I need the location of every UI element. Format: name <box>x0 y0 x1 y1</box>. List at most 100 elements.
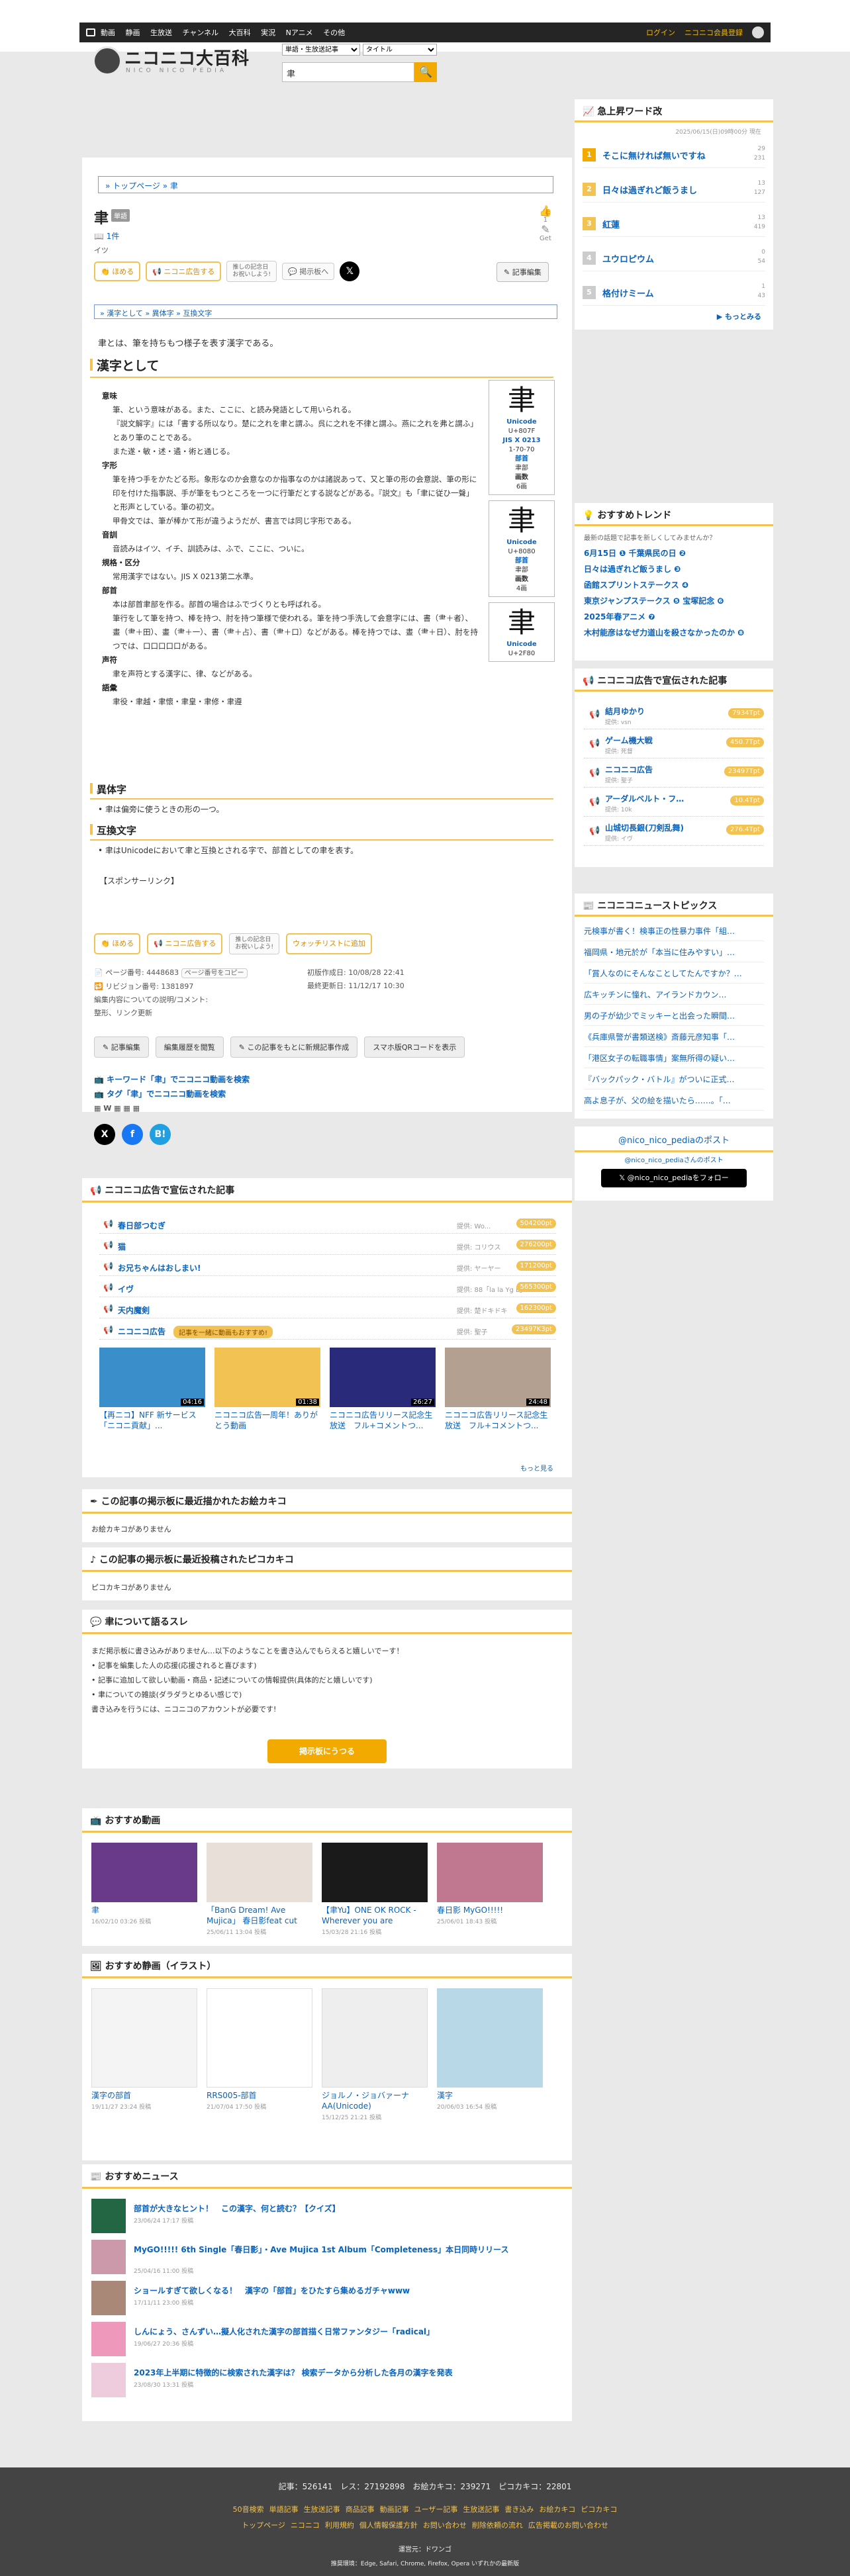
footer-link[interactable]: 単語記事 <box>269 2505 299 2514</box>
search-scope-select[interactable]: 単語・生放送記事 <box>282 44 360 56</box>
edit-article-button[interactable]: ✎ 記事編集 <box>496 262 549 282</box>
table-of-contents[interactable]: » 漢字として » 異体字 » 互換文字 <box>94 304 557 319</box>
new-article-button[interactable]: ✎ この記事をもとに新規記事作成 <box>230 1036 358 1058</box>
seiga-thumb[interactable]: RRS005-部首 21/07/04 17:50 投稿 <box>207 1988 312 2121</box>
side-nicoad-row[interactable]: 📢 アーダルベルト・フ… 提供: 10k 10.4Tpt <box>584 792 764 817</box>
news-item[interactable]: ショールすぎて欲しくなる！ 漢字の「部首」をひたすら集めるガチャwww 17/11… <box>91 2281 563 2322</box>
search-button[interactable]: 🔍 <box>414 62 437 82</box>
nav-nanime[interactable]: Nアニメ <box>286 28 313 37</box>
nicoad-row[interactable]: 📢 猫提供: コリウス 276200pt <box>99 1238 556 1255</box>
nico-news-item[interactable]: 「賞人なのにそんなことしてたんですか？… <box>584 964 764 984</box>
homeru-button-bottom[interactable]: 👏 ほめる <box>94 933 141 954</box>
footer-link[interactable]: お問い合わせ <box>423 2521 467 2530</box>
nico-news-item[interactable]: 高よ息子が、父の絵を描いたら……。「… <box>584 1091 764 1111</box>
nicoad-row[interactable]: 📢 お兄ちゃんはおしまい! 提供: ヤーヤー 171200pt <box>99 1259 556 1276</box>
nico-news-item[interactable]: 元検事が書く！検事正の性暴力事件「組… <box>584 921 764 941</box>
video-thumb[interactable]: 聿 16/02/10 03:26 投稿 <box>91 1843 197 1936</box>
niconico-tv-icon[interactable] <box>86 28 95 36</box>
seiga-thumb[interactable]: 漢字 20/06/03 16:54 投稿 <box>437 1988 543 2121</box>
site-logo[interactable]: ニコニコ大百科 NICO NICO PEDIA <box>93 44 252 79</box>
x-share-icon[interactable]: 𝕏 <box>340 261 360 281</box>
footer-link[interactable]: 書き込み <box>504 2505 534 2514</box>
user-avatar-icon[interactable] <box>752 26 764 38</box>
trend-item[interactable]: 2025年春アニメ ❼ <box>584 612 655 622</box>
nicoad-row[interactable]: 📢 ニコニコ広告 提供: 聖子 23497K3pt <box>99 1322 556 1340</box>
side-nicoad-row[interactable]: 📢 ニコニコ広告 提供: 聖子 23497Tpt <box>584 762 764 788</box>
footer-link[interactable]: 個人情報保護方針 <box>359 2521 418 2530</box>
rank-row-5[interactable]: 5 格付けミーム 1 43 <box>583 279 765 306</box>
hatena-share-icon[interactable]: B! <box>150 1124 171 1145</box>
rank-row-1[interactable]: 1 そこに無ければ無いですね 29 231 <box>583 142 765 168</box>
seiga-thumb[interactable]: ジョルノ・ジョバァーナAA(Unicode) 15/12/25 21:21 投稿 <box>322 1988 428 2121</box>
nico-news-item[interactable]: 「港区女子の転職事情」案無所得の疑い… <box>584 1048 764 1068</box>
side-nicoad-row[interactable]: 📢 ゲーム機大戦 提供: 死督 450.7Tpt <box>584 733 764 759</box>
search-input[interactable]: 聿 <box>282 62 414 82</box>
trend-item[interactable]: 日々は過ぎれど飯うまし ❸ <box>584 564 681 575</box>
nav-dic[interactable]: 大百科 <box>229 28 251 37</box>
tag-search-link[interactable]: 📺 タグ「聿」でニコニコ動画を検索 <box>94 1087 250 1101</box>
side-nicoad-row[interactable]: 📢 結月ゆかり 提供: vsn 7934Tpt <box>584 704 764 729</box>
video-thumb[interactable]: 04:16 【再ニコ】NFF 新サービス「ニコニ貢献」... <box>99 1348 205 1431</box>
video-thumb[interactable]: 01:38 ニコニコ広告一周年！ありがとう動画 <box>214 1348 320 1431</box>
footer-link[interactable]: ピコカキコ <box>581 2505 617 2514</box>
video-thumb[interactable]: 【聿Yu】ONE OK ROCK -Wherever you are 15/03/… <box>322 1843 428 1936</box>
memorial-button[interactable]: 推しの記念日 お祝いしよう! <box>226 261 277 282</box>
news-item[interactable]: MyGO!!!!! 6th Single「春日影」・Ave Mujica 1st… <box>91 2240 563 2281</box>
search-mode-select[interactable]: タイトル <box>363 44 437 56</box>
nico-news-item[interactable]: 《兵庫県警が書類送検》斎藤元彦知事「… <box>584 1027 764 1047</box>
nav-channel[interactable]: チャンネル <box>183 28 219 37</box>
nico-news-item[interactable]: 福岡県・地元於が「本当に住みやすい」… <box>584 943 764 962</box>
nicoad-button[interactable]: 📢 ニコニ広告する <box>146 261 222 281</box>
footer-link[interactable]: 動画記事 <box>380 2505 409 2514</box>
nicoad-row[interactable]: 📢 天内魔剣 提供: 楚ドキドキ 162300pt <box>99 1301 556 1318</box>
trend-item[interactable]: 6月15日 ❶ 千葉県民の日 ❷ <box>584 548 686 559</box>
nico-news-item[interactable]: 『バックパック・バトル』がついに正式… <box>584 1070 764 1089</box>
footer-link[interactable]: ニコニコ <box>291 2521 320 2530</box>
edit-article-button-bottom[interactable]: ✎ 記事編集 <box>94 1036 149 1058</box>
footer-link[interactable]: 広告掲載のお問い合わせ <box>528 2521 608 2530</box>
footer-link[interactable]: 生放送記事 <box>304 2505 340 2514</box>
bbs-go-button[interactable]: 掲示板にうつる <box>267 1739 387 1763</box>
video-thumb[interactable]: 24:48 ニコニコ広告リリース記念生放送 フル+コメントつ... <box>445 1348 551 1431</box>
footer-link[interactable]: 利用規約 <box>325 2521 354 2530</box>
nicoad-row[interactable]: 📢 春日部つむぎ 提供: Wo... 504200pt <box>99 1217 556 1234</box>
footer-link[interactable]: お絵カキコ <box>539 2505 575 2514</box>
side-nicoad-row[interactable]: 📢 山城切長銀(刀剣乱舞) 提供: イヴ 276.4Tpt <box>584 821 764 846</box>
seiga-thumb[interactable]: 漢字の部首 19/11/27 23:24 投稿 <box>91 1988 197 2121</box>
video-thumb[interactable]: 春日影 MyGO!!!!! 25/06/01 18:43 投稿 <box>437 1843 543 1936</box>
nav-jikkyo[interactable]: 実況 <box>261 28 275 37</box>
nav-douga[interactable]: 動画 <box>101 28 115 37</box>
news-item[interactable]: 部首が大きなヒント！ この漢字、何と読む？【クイズ】 23/06/24 17:17… <box>91 2199 563 2240</box>
video-thumb[interactable]: 26:27 ニコニコ広告リリース記念生放送 フル+コメントつ... <box>330 1348 436 1431</box>
nico-news-item[interactable]: 広キッチンに憧れ、アイランドカウン… <box>584 985 764 1005</box>
copy-page-number-button[interactable]: ページ番号をコピー <box>181 968 248 978</box>
rank-row-4[interactable]: 4 ユウロピウム 0 54 <box>583 245 765 271</box>
footer-link[interactable]: 50音検索 <box>233 2505 264 2514</box>
nicoad-row[interactable]: 📢 イヴ 提供: 88「la la Yg L」 565300pt <box>99 1280 556 1297</box>
breadcrumb[interactable]: » トップページ » 聿 <box>98 176 553 193</box>
news-item[interactable]: しんにょう、さんずい…擬人化された漢字の部首描く日常ファンタジー「radical… <box>91 2322 563 2363</box>
video-thumb[interactable]: 「BanG Dream! Ave Mujica」 春日影feat cut 25/0… <box>207 1843 312 1936</box>
facebook-share-icon[interactable]: f <box>122 1124 143 1145</box>
footer-link[interactable]: 削除依頼の流れ <box>472 2521 523 2530</box>
login-link[interactable]: ログイン <box>646 27 675 38</box>
more-link[interactable]: もっと見る <box>520 1463 553 1473</box>
nav-seiga[interactable]: 静画 <box>126 28 140 37</box>
qr-code-button[interactable]: スマホ版QRコードを表示 <box>364 1036 465 1058</box>
nico-news-item[interactable]: 男の子が幼少でミッキーと出会った瞬間… <box>584 1006 764 1026</box>
history-button[interactable]: 編集履歴を閲覧 <box>155 1036 224 1058</box>
x-follow-button[interactable]: 𝕏 @nico_nico_pediaをフォロー <box>601 1169 747 1187</box>
watchlist-button[interactable]: ウォッチリストに追加 <box>286 933 373 954</box>
homeru-button[interactable]: 👏 ほめる <box>94 261 141 281</box>
bbs-jump-button[interactable]: 💬 掲示板へ <box>282 263 335 280</box>
footer-link[interactable]: トップページ <box>242 2521 285 2530</box>
x-post-sub[interactable]: @nico_nico_pediaさんのポスト <box>575 1154 773 1164</box>
nicoad-button-bottom[interactable]: 📢 ニコニ広告する <box>147 933 223 954</box>
rank-row-3[interactable]: 3 紅蓮 13 419 <box>583 210 765 237</box>
external-search-icons[interactable]: ▦ W ▦ ▦ ▦ <box>94 1101 250 1116</box>
nav-other[interactable]: その他 <box>323 28 345 37</box>
memorial-button-bottom[interactable]: 推しの記念日 お祝いしよう! <box>229 933 280 954</box>
trend-item[interactable]: 木村能彦はなぜ力道山を殺さなかったのか ❽ <box>584 627 763 638</box>
footer-link[interactable]: 生放送記事 <box>463 2505 499 2514</box>
x-share-icon-bottom[interactable]: X <box>94 1124 115 1145</box>
